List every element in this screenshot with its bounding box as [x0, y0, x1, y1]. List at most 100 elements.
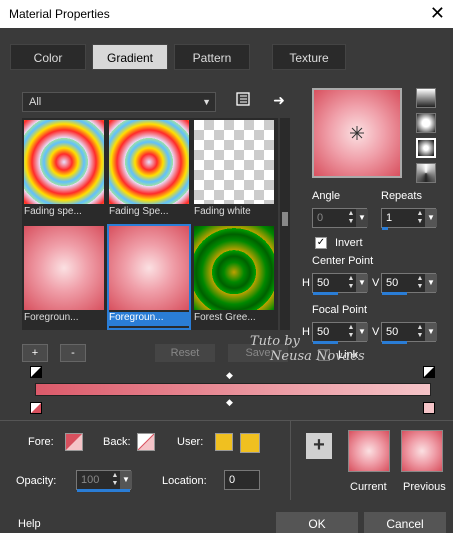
title-bar: Material Properties ✕ — [0, 0, 453, 28]
watermark: Tuto by Neusa Novaes — [250, 334, 365, 364]
focal-v-label: V — [372, 326, 380, 338]
focal-v-slider[interactable] — [382, 341, 407, 344]
remove-swatch-button[interactable]: - — [60, 344, 86, 362]
location-value: 0 — [229, 474, 236, 486]
user-color-swatch[interactable] — [215, 433, 233, 451]
ok-button[interactable]: OK — [276, 512, 358, 533]
swatch-caption: Fading spe... — [24, 206, 82, 217]
gradient-swatch-grid: Fading spe... Fading Spe... Fading white… — [22, 118, 278, 330]
swatch-item[interactable]: Fading spe... — [24, 120, 104, 222]
previous-label: Previous — [403, 481, 446, 493]
center-v-label: V — [372, 277, 380, 289]
close-icon[interactable]: ✕ — [430, 3, 445, 24]
swatch-thumb — [109, 120, 189, 204]
chevron-down-icon[interactable]: ▼ — [425, 274, 437, 292]
swatch-item-selected[interactable]: Foregroun... — [107, 224, 191, 330]
spin-arrows-icon[interactable]: ▲ ▼ — [415, 275, 425, 291]
center-h-label: H — [302, 277, 310, 289]
material-properties-dialog: Material Properties ✕ Color Gradient Pat… — [0, 0, 453, 533]
swatch-item[interactable]: Foregroun... — [24, 226, 104, 328]
swatch-caption: Fading white — [194, 206, 251, 217]
center-h-slider[interactable] — [313, 292, 338, 295]
category-value: All — [29, 96, 42, 108]
repeats-slider[interactable] — [382, 227, 388, 230]
opacity-stepper[interactable]: 100 ▲ ▼ ▼ — [76, 470, 132, 490]
color-stop-right[interactable] — [423, 402, 435, 414]
divider — [290, 420, 291, 500]
color-midpoint-icon[interactable]: ◆ — [226, 397, 233, 408]
invert-checkbox[interactable]: ✓ — [315, 237, 327, 249]
spin-arrows-icon[interactable]: ▲ ▼ — [110, 472, 120, 488]
color-stop-left[interactable] — [30, 402, 42, 414]
tab-texture[interactable]: Texture — [272, 44, 346, 70]
angle-label: Angle — [312, 190, 341, 202]
center-v-stepper[interactable]: 50 ▲ ▼ ▼ — [381, 273, 437, 293]
repeats-value: 1 — [386, 212, 393, 224]
transparency-stop-left[interactable] — [30, 366, 42, 378]
gradient-bar[interactable] — [35, 383, 431, 396]
chevron-down-icon[interactable]: ▼ — [356, 274, 368, 292]
cancel-button[interactable]: Cancel — [364, 512, 446, 533]
chevron-down-icon[interactable]: ▼ — [356, 209, 368, 227]
arrow-right-icon[interactable]: ➜ — [270, 91, 288, 109]
spin-arrows-icon[interactable]: ▲ ▼ — [415, 324, 425, 340]
repeats-stepper[interactable]: 1 ▲ ▼ ▼ — [381, 208, 437, 228]
swatch-item[interactable]: Fading white — [194, 120, 274, 222]
library-icon[interactable] — [234, 92, 252, 110]
opacity-label: Opacity: — [16, 475, 57, 487]
center-h-value: 50 — [317, 277, 330, 289]
swatch-item[interactable]: Forest Gree... — [194, 226, 274, 328]
location-field[interactable]: 0 — [224, 470, 260, 490]
swatch-item[interactable]: Fading Spe... — [109, 120, 189, 222]
add-swatch-button[interactable]: + — [22, 344, 48, 362]
chevron-down-icon[interactable]: ▼ — [425, 209, 437, 227]
tab-gradient[interactable]: Gradient — [92, 44, 168, 70]
swatch-caption: Foregroun... — [24, 312, 79, 323]
swatch-caption: Forest Gree... — [194, 312, 256, 323]
swatch-caption: Fading Spe... — [109, 206, 169, 217]
spin-arrows-icon[interactable]: ▲ ▼ — [346, 210, 356, 226]
help-link[interactable]: Help — [18, 518, 41, 530]
current-label: Current — [350, 481, 387, 493]
spin-arrows-icon[interactable]: ▲ ▼ — [415, 210, 425, 226]
gradient-editor[interactable]: ◆ ◆ — [30, 364, 435, 414]
chevron-down-icon[interactable]: ▼ — [425, 323, 437, 341]
transparency-stop-right[interactable] — [423, 366, 435, 378]
gradient-preview[interactable] — [312, 88, 402, 178]
current-preview[interactable] — [348, 430, 390, 472]
sunburst-style-icon[interactable] — [416, 163, 436, 183]
rectangular-style-icon[interactable] — [416, 113, 436, 133]
linear-style-icon[interactable] — [416, 88, 436, 108]
transparency-midpoint-icon[interactable]: ◆ — [226, 370, 233, 381]
swatch-scrollbar[interactable] — [280, 118, 290, 330]
add-to-palette-button[interactable]: + — [306, 433, 332, 459]
swatch-thumb — [24, 120, 104, 204]
opacity-slider[interactable] — [77, 489, 130, 492]
swatch-thumb — [109, 226, 189, 310]
tab-pattern[interactable]: Pattern — [174, 44, 250, 70]
watermark-line2: Neusa Novaes — [270, 349, 365, 364]
spin-arrows-icon[interactable]: ▲ ▼ — [346, 275, 356, 291]
back-color-swatch[interactable] — [137, 433, 155, 451]
watermark-line1: Tuto by — [250, 334, 300, 349]
center-point-label: Center Point — [312, 255, 374, 267]
user-color-swatch-2[interactable] — [240, 433, 260, 453]
tab-color[interactable]: Color — [10, 44, 86, 70]
fore-color-swatch[interactable] — [65, 433, 83, 451]
radial-style-icon[interactable] — [416, 138, 436, 158]
category-dropdown[interactable]: All ▼ — [22, 92, 216, 112]
angle-value: 0 — [317, 212, 324, 224]
tab-strip: Color Gradient Pattern Texture — [10, 44, 443, 72]
scrollbar-thumb[interactable] — [282, 212, 288, 226]
divider — [0, 420, 453, 421]
chevron-down-icon[interactable]: ▼ — [120, 471, 132, 489]
previous-preview[interactable] — [401, 430, 443, 472]
focal-v-value: 50 — [386, 326, 399, 338]
focal-v-stepper[interactable]: 50 ▲ ▼ ▼ — [381, 322, 437, 342]
center-v-value: 50 — [386, 277, 399, 289]
user-label: User: — [177, 436, 204, 448]
center-v-slider[interactable] — [382, 292, 407, 295]
reset-button[interactable]: Reset — [155, 344, 215, 362]
angle-stepper[interactable]: 0 ▲ ▼ ▼ — [312, 208, 368, 228]
center-h-stepper[interactable]: 50 ▲ ▼ ▼ — [312, 273, 368, 293]
